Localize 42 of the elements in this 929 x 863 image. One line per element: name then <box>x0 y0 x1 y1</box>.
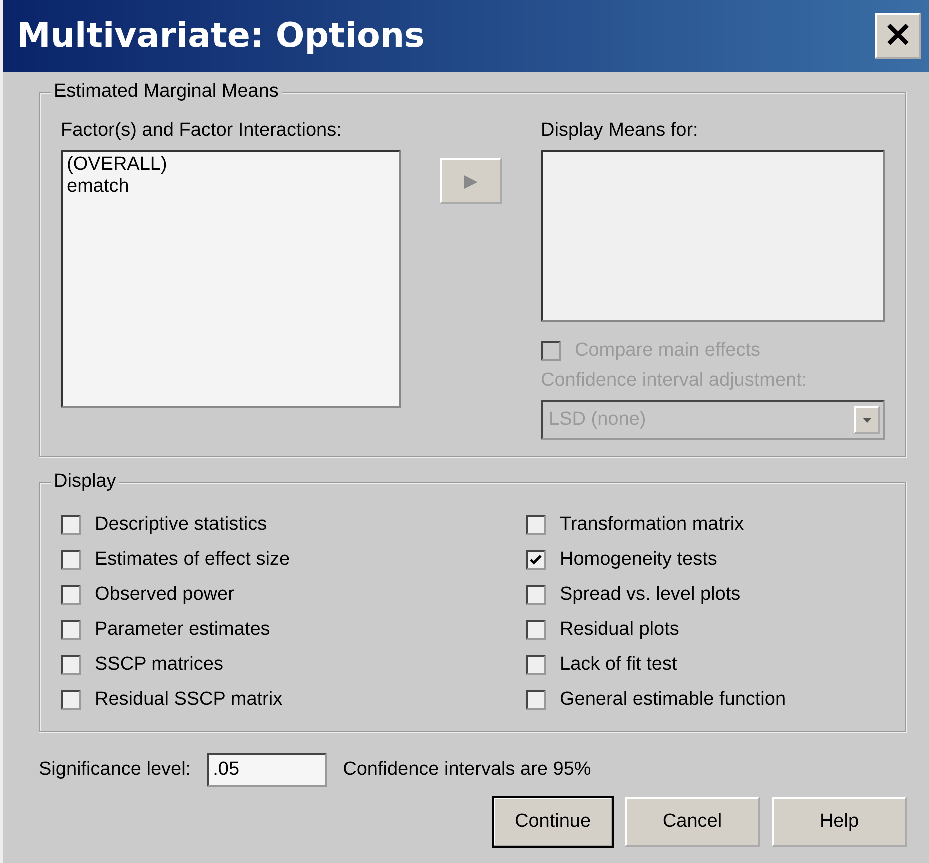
checkbox-label: Estimates of effect size <box>95 549 290 571</box>
means-list[interactable] <box>541 150 885 322</box>
checkbox[interactable] <box>61 620 81 640</box>
group-title: Estimated Marginal Means <box>51 81 282 103</box>
checkbox-label: Descriptive statistics <box>95 514 268 536</box>
factor-list[interactable]: (OVERALL) ematch <box>61 150 401 408</box>
checkbox[interactable] <box>526 690 546 710</box>
dialog-button[interactable]: Help <box>772 797 907 847</box>
checkbox[interactable] <box>61 515 81 535</box>
group-title: Display <box>51 471 120 493</box>
checkbox-label: SSCP matrices <box>95 654 224 676</box>
check-icon <box>530 554 542 566</box>
checkbox-label: Residual SSCP matrix <box>95 689 283 711</box>
checkbox-label: General estimable function <box>560 689 786 711</box>
dialog-button[interactable]: Continue <box>493 797 613 847</box>
list-label: Display Means for: <box>541 120 700 142</box>
significance-field[interactable]: .05 <box>207 753 328 787</box>
checkbox[interactable] <box>61 550 81 570</box>
list-label: Factor(s) and Factor Interactions: <box>61 120 343 142</box>
checkbox-label: Transformation matrix <box>560 514 744 536</box>
list-item[interactable]: (OVERALL) <box>67 154 395 176</box>
list-item[interactable]: ematch <box>67 176 395 198</box>
field-label: Significance level: <box>39 759 192 781</box>
checkbox-label: Spread vs. level plots <box>560 584 741 606</box>
checkbox-label: Observed power <box>95 584 234 606</box>
window-title: Multivariate: Options <box>17 16 425 56</box>
checkbox[interactable] <box>61 585 81 605</box>
caret-icon <box>862 418 872 422</box>
checkbox-label: Parameter estimates <box>95 619 270 641</box>
checkbox[interactable] <box>526 515 546 535</box>
checkbox[interactable] <box>526 550 546 570</box>
checkbox-label: Residual plots <box>560 619 680 641</box>
close-button[interactable]: ✕ <box>875 13 921 59</box>
checkbox[interactable] <box>526 655 546 675</box>
checkbox-label: Homogeneity tests <box>560 549 718 571</box>
note-text: Confidence intervals are 95% <box>343 759 592 781</box>
dialog-button[interactable]: Cancel <box>625 797 760 847</box>
checkbox-label: Lack of fit test <box>560 654 678 676</box>
checkbox[interactable] <box>526 620 546 640</box>
checkbox[interactable] <box>61 690 81 710</box>
checkbox[interactable] <box>526 585 546 605</box>
checkbox[interactable] <box>61 655 81 675</box>
